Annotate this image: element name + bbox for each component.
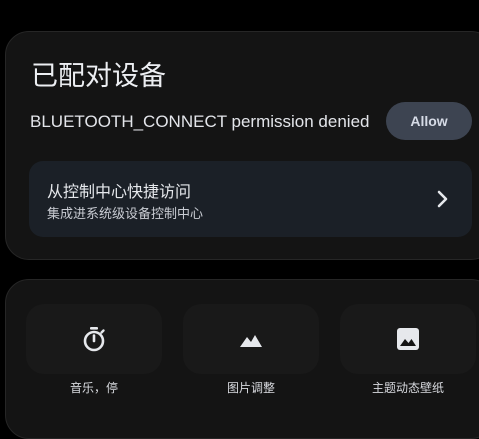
shortcuts-card: 音乐，停 图片调整 主题动态壁纸: [5, 279, 479, 439]
shortcut-label-music: 音乐，停: [69, 381, 119, 395]
shortcut-tile-music[interactable]: [26, 304, 162, 374]
quick-access-subtitle: 集成进系统级设备控制中心: [47, 207, 204, 222]
control-center-quick-access-row[interactable]: 从控制中心快捷访问 集成进系统级设备控制中心: [29, 161, 472, 237]
shortcut-tile-image-adjust[interactable]: [183, 304, 319, 374]
paired-devices-card: 已配对设备 BLUETOOTH_CONNECT permission denie…: [5, 31, 479, 260]
shortcut-tile-live-wallpaper[interactable]: [340, 304, 476, 374]
shortcut-label-image-adjust: 图片调整: [226, 381, 276, 395]
image-icon: [397, 328, 419, 350]
landscape-icon: [240, 335, 262, 347]
timer-icon: [83, 327, 105, 352]
permission-denied-message: BLUETOOTH_CONNECT permission denied: [30, 112, 370, 131]
quick-access-title: 从控制中心快捷访问: [47, 182, 192, 201]
allow-button[interactable]: Allow: [386, 102, 472, 140]
paired-devices-title: 已配对设备: [31, 61, 166, 92]
chevron-right-icon: [437, 190, 448, 208]
shortcut-label-live-wallpaper: 主题动态壁纸: [371, 381, 445, 395]
